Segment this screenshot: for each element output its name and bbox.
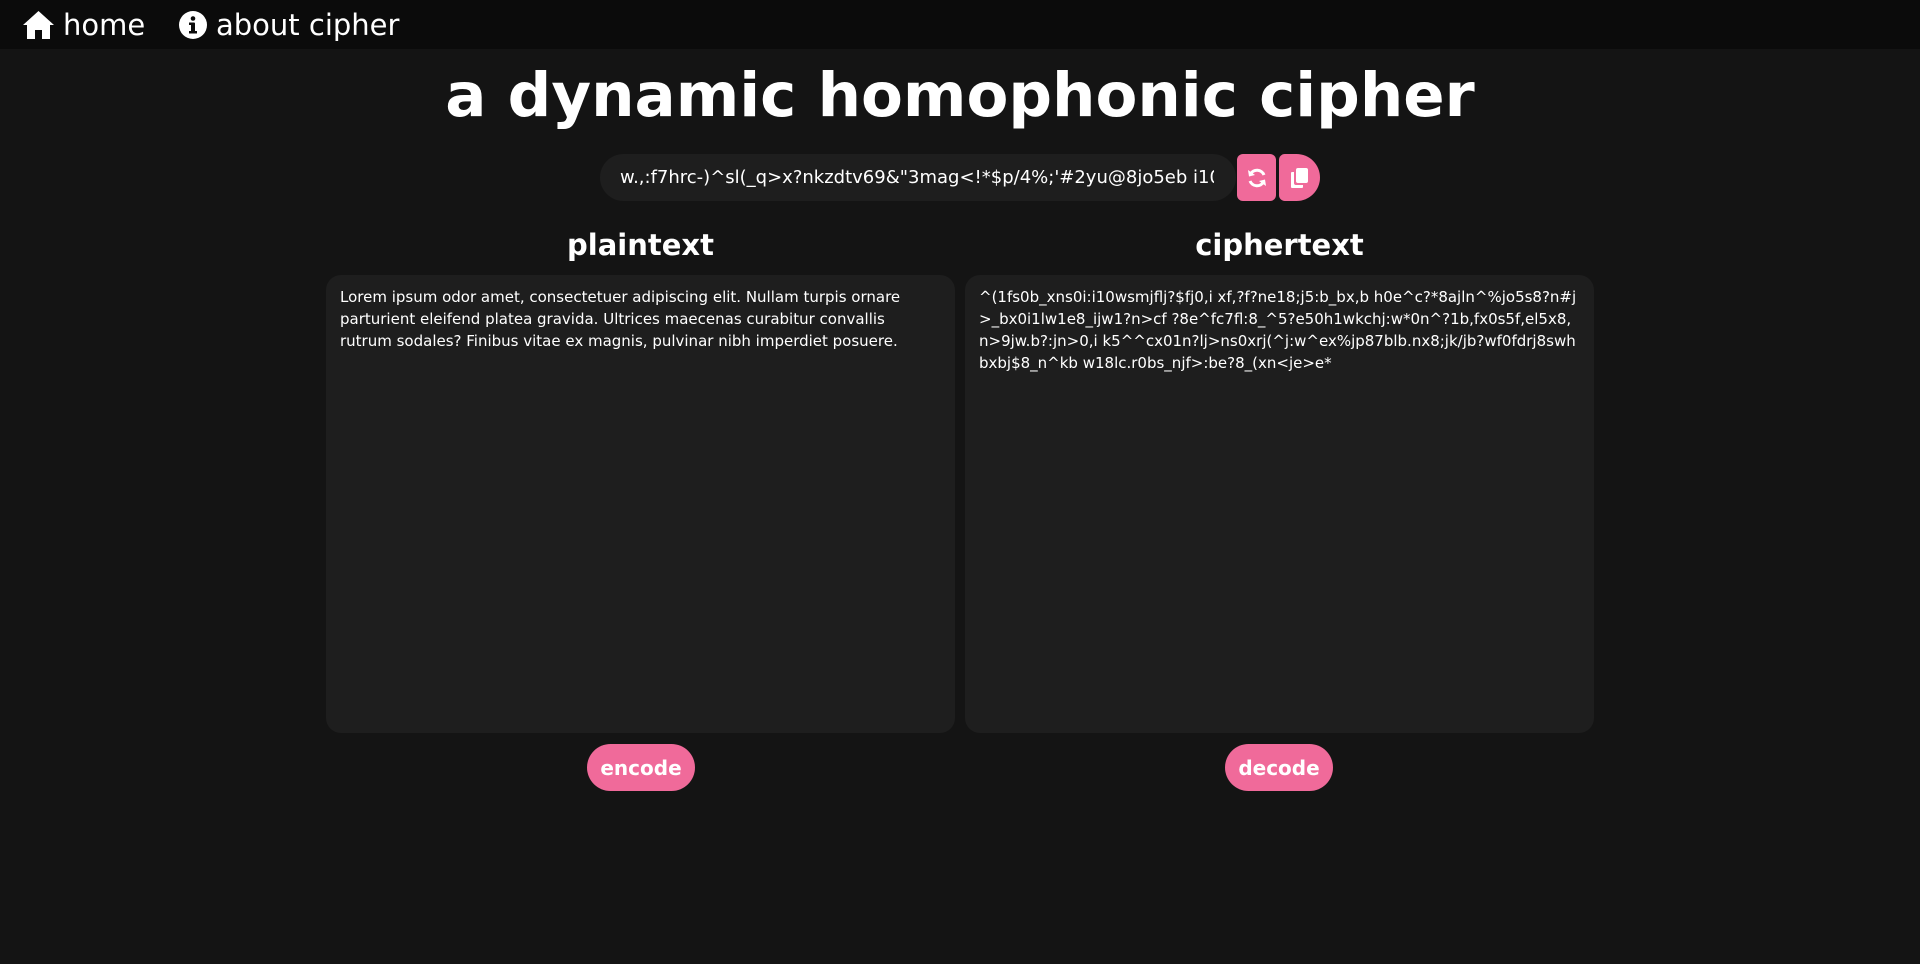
home-icon <box>22 10 55 40</box>
info-icon <box>178 10 208 40</box>
copy-icon <box>1290 167 1310 189</box>
encode-button[interactable]: encode <box>587 744 695 791</box>
refresh-icon <box>1246 167 1268 189</box>
key-bar <box>600 154 1320 201</box>
nav-home-link[interactable]: home <box>22 0 145 49</box>
nav-home-label: home <box>63 7 146 42</box>
cipher-key-input[interactable] <box>600 154 1236 201</box>
ciphertext-heading: ciphertext <box>1195 228 1364 262</box>
top-navbar: home about cipher <box>0 0 1920 49</box>
copy-key-button[interactable] <box>1279 154 1320 201</box>
nav-about-link[interactable]: about cipher <box>178 0 399 49</box>
plaintext-textarea[interactable]: Lorem ipsum odor amet, consectetuer adip… <box>326 275 955 733</box>
regenerate-key-button[interactable] <box>1237 154 1276 201</box>
ciphertext-textarea[interactable]: ^(1fs0b_xns0i:i10wsmjflj?$fj0,i xf,?f?ne… <box>965 275 1594 733</box>
nav-about-label: about cipher <box>216 7 400 42</box>
page-title: a dynamic homophonic cipher <box>445 60 1475 131</box>
decode-button[interactable]: decode <box>1225 744 1333 791</box>
plaintext-heading: plaintext <box>567 228 714 262</box>
